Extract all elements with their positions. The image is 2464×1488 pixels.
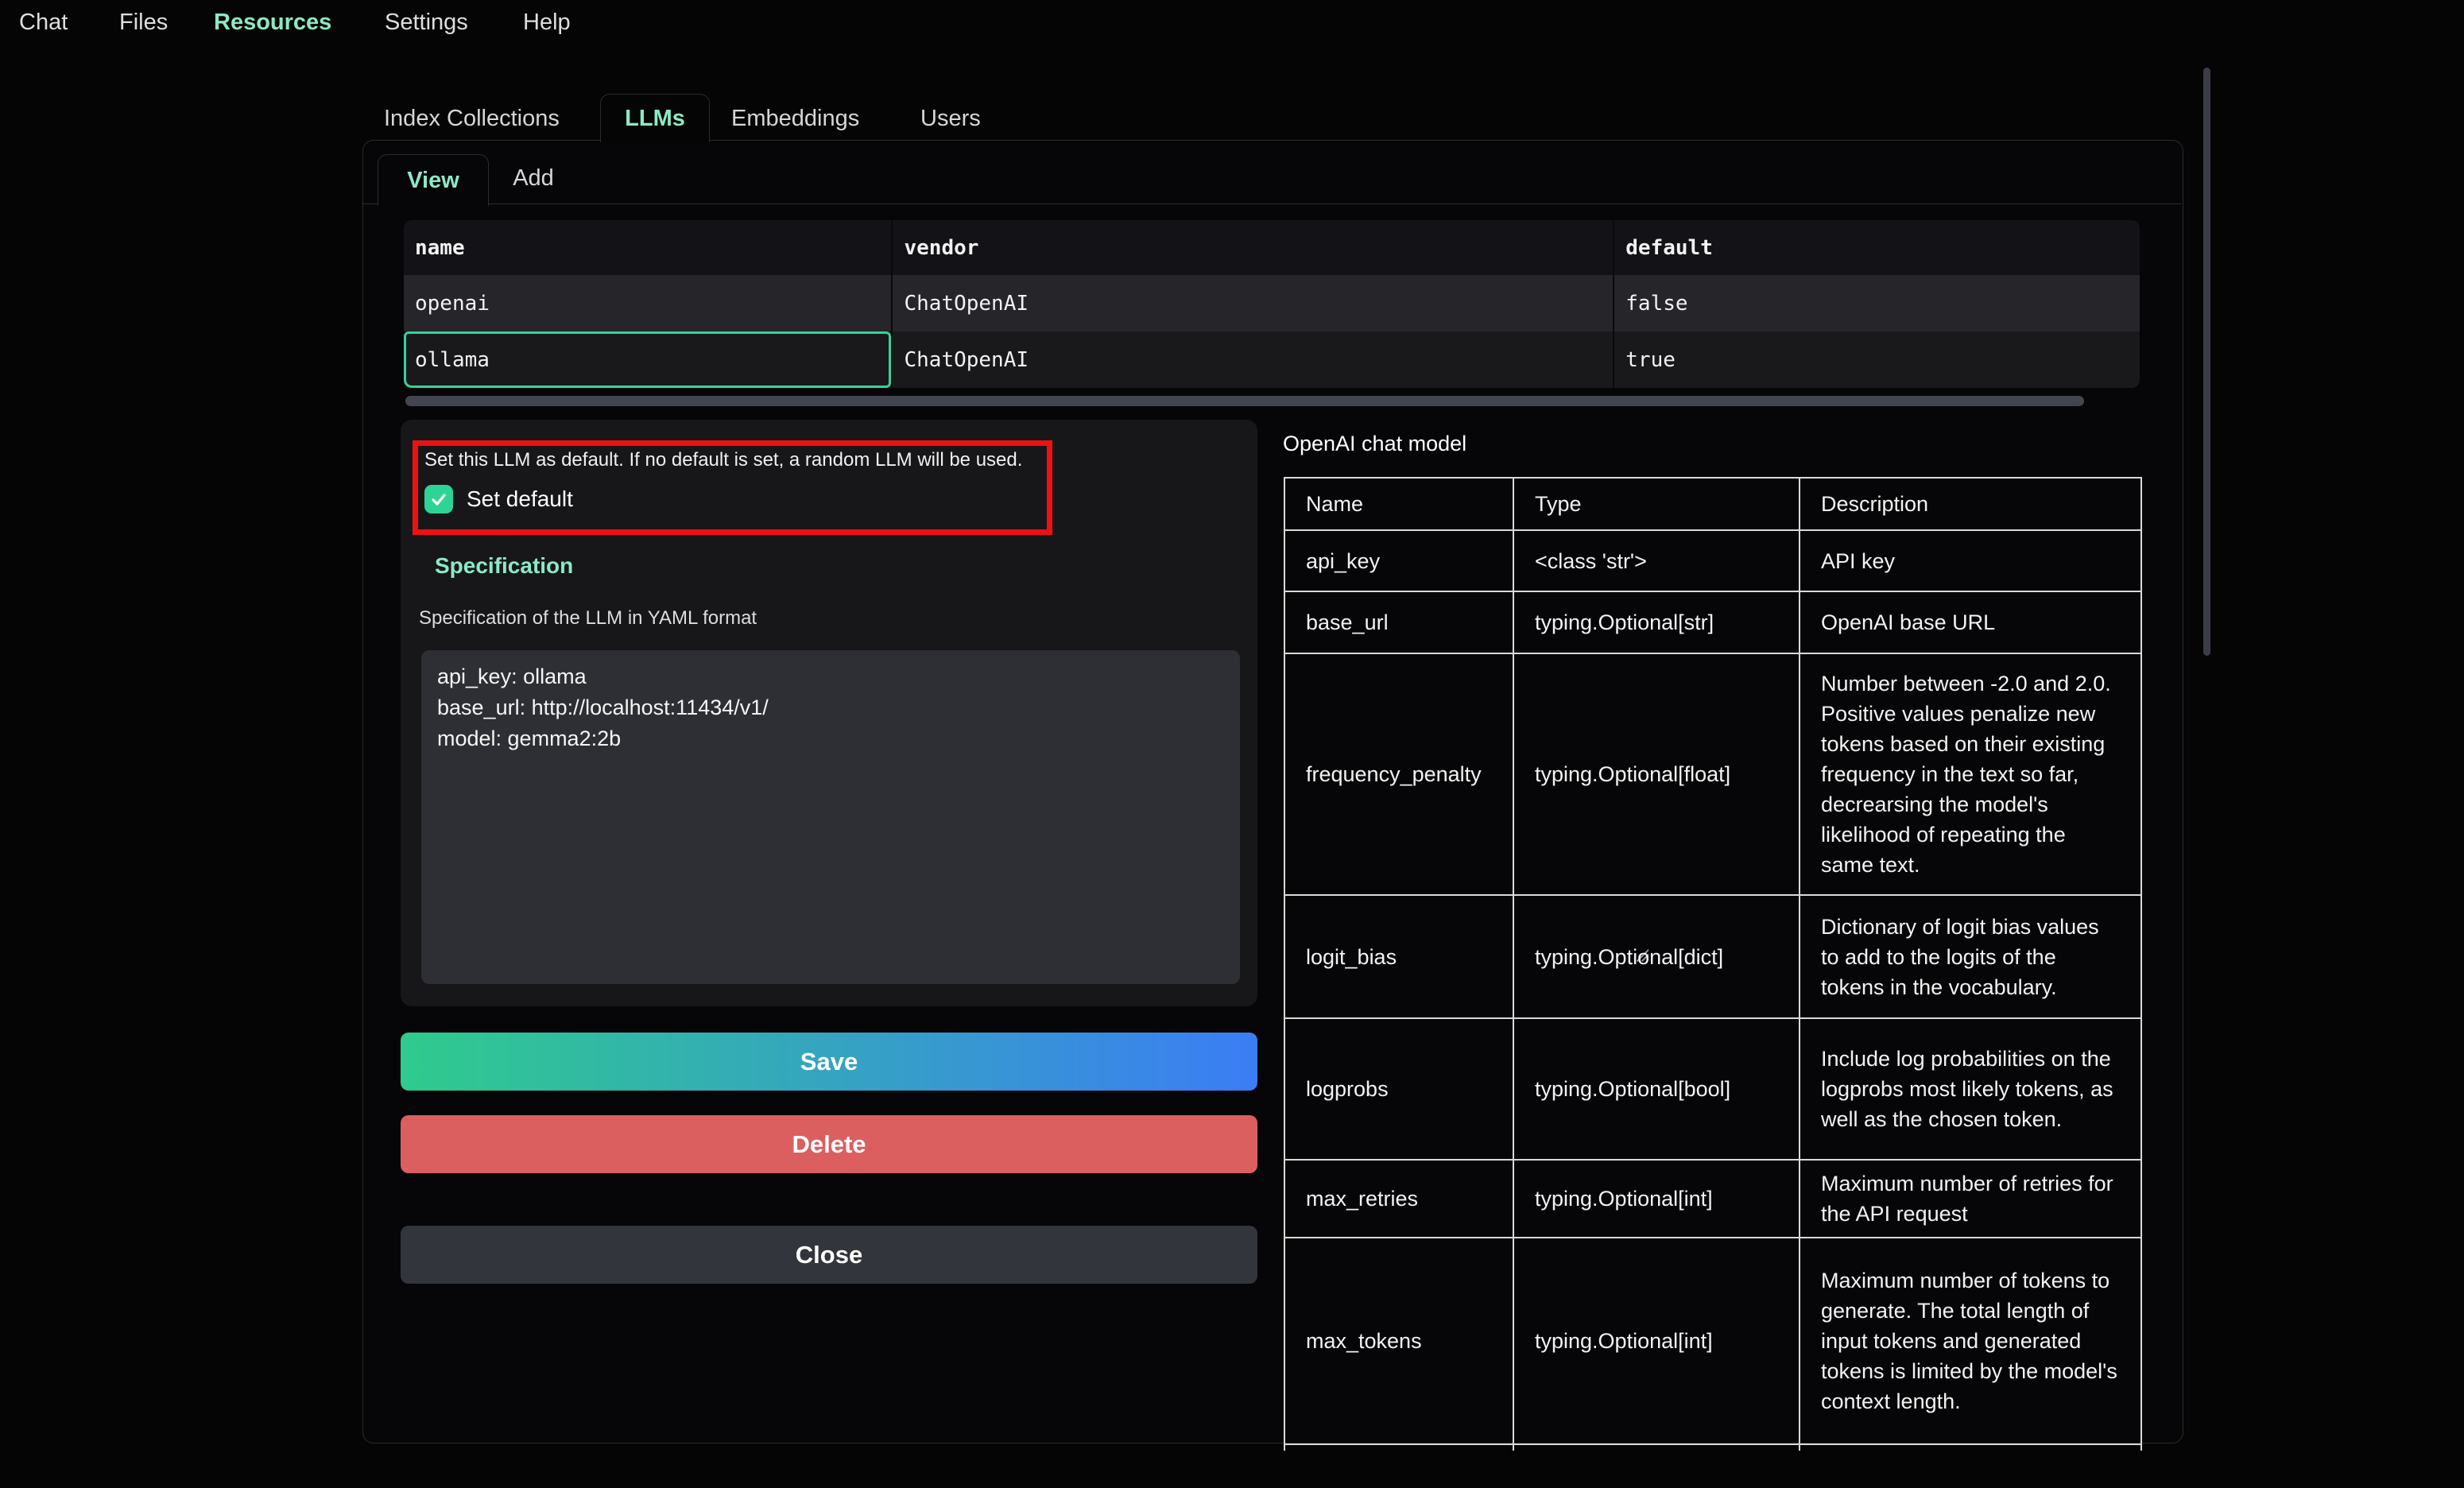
schema-row-api-key: api_key <class 'str'> API key: [1284, 530, 2141, 591]
llm-col-default: default: [1614, 220, 2140, 275]
subtab-separator: [363, 203, 2181, 204]
schema-cell-description: [1800, 1444, 2141, 1451]
schema-row-base-url: base_url typing.Optional[str] OpenAI bas…: [1284, 591, 2141, 653]
schema-cell-type: typing.Optional[str]: [1513, 591, 1800, 653]
tab-llms-label: LLMs: [625, 106, 685, 132]
schema-cell-type: typing.Optional[int]: [1513, 1160, 1800, 1238]
nav-item-help[interactable]: Help: [523, 10, 571, 36]
specification-caption: Specification of the LLM in YAML format: [419, 607, 757, 630]
tab-llms[interactable]: LLMs: [600, 94, 710, 142]
schema-cell-type: typing.Optional[int]: [1513, 1238, 1800, 1444]
schema-header-row: Name Type Description: [1284, 478, 2141, 530]
set-default-note: Set this LLM as default. If no default i…: [424, 449, 1047, 471]
specification-heading: Specification: [435, 553, 573, 579]
set-default-checkbox[interactable]: [424, 485, 453, 513]
llm-col-name: name: [404, 220, 893, 275]
schema-cell-name: api_key: [1284, 530, 1513, 591]
subtab-add[interactable]: Add: [502, 165, 565, 192]
schema-row-partial: [1284, 1444, 2141, 1451]
schema-row-logprobs: logprobs typing.Optional[bool] Include l…: [1284, 1018, 2141, 1160]
schema-cell-description: Maximum number of retries for the API re…: [1800, 1160, 2141, 1238]
schema-cell-type: <class 'str'>: [1513, 530, 1800, 591]
subtab-view-label: View: [407, 168, 459, 194]
schema-cell-description: API key: [1800, 530, 2141, 591]
llm-list-table: name vendor default openai ChatOpenAI fa…: [404, 220, 2140, 388]
set-default-row[interactable]: Set default: [424, 485, 1047, 513]
set-default-label: Set default: [467, 486, 573, 512]
schema-cell-name: logprobs: [1284, 1018, 1513, 1160]
llm-cell-name-selected[interactable]: ollama: [404, 331, 893, 388]
llm-detail-form: Set this LLM as default. If no default i…: [401, 420, 1257, 1006]
nav-item-files[interactable]: Files: [119, 10, 168, 36]
schema-cell-name: base_url: [1284, 591, 1513, 653]
nav-item-chat[interactable]: Chat: [19, 10, 68, 36]
llm-cell-vendor[interactable]: ChatOpenAI: [893, 275, 1614, 331]
schema-col-type: Type: [1513, 478, 1800, 530]
schema-cell-description: Include log probabilities on the logprob…: [1800, 1018, 2141, 1160]
schema-cell-type: typing.Optional[float]: [1513, 653, 1800, 895]
schema-cell-description: Maximum number of tokens to generate. Th…: [1800, 1238, 2141, 1444]
app-window: Chat Files Resources Settings Help Index…: [0, 0, 2464, 1488]
schema-panel-title: OpenAI chat model: [1283, 432, 1466, 456]
nav-item-resources[interactable]: Resources: [214, 10, 331, 36]
schema-col-name: Name: [1284, 478, 1513, 530]
schema-cell-type: typing.Optional[dict]: [1513, 895, 1800, 1018]
schema-cell-description: Number between -2.0 and 2.0. Positive va…: [1800, 653, 2141, 895]
llm-cell-name[interactable]: openai: [404, 275, 893, 331]
tab-users[interactable]: Users: [920, 106, 981, 132]
schema-cell-type: [1513, 1444, 1800, 1451]
schema-row-max-tokens: max_tokens typing.Optional[int] Maximum …: [1284, 1238, 2141, 1444]
schema-cell-type: typing.Optional[bool]: [1513, 1018, 1800, 1160]
schema-cell-name: logit_bias: [1284, 895, 1513, 1018]
check-icon: [430, 490, 447, 508]
llm-row-openai[interactable]: openai ChatOpenAI false: [404, 275, 2140, 331]
nav-item-settings[interactable]: Settings: [385, 10, 468, 36]
schema-row-frequency-penalty: frequency_penalty typing.Optional[float]…: [1284, 653, 2141, 895]
llm-table-header-row: name vendor default: [404, 220, 2140, 275]
schema-cell-description: OpenAI base URL: [1800, 591, 2141, 653]
close-button[interactable]: Close: [401, 1226, 1257, 1284]
llm-cell-vendor[interactable]: ChatOpenAI: [893, 331, 1614, 388]
llm-cell-default[interactable]: false: [1614, 275, 2140, 331]
schema-table: Name Type Description api_key <class 'st…: [1284, 477, 2142, 1451]
vertical-scrollbar-thumb[interactable]: [2203, 68, 2210, 656]
delete-button[interactable]: Delete: [401, 1115, 1257, 1173]
tab-index-collections[interactable]: Index Collections: [384, 106, 560, 132]
schema-cell-name: frequency_penalty: [1284, 653, 1513, 895]
annotation-red-box: Set this LLM as default. If no default i…: [413, 440, 1052, 535]
schema-cell-name: max_tokens: [1284, 1238, 1513, 1444]
tab-embeddings[interactable]: Embeddings: [731, 106, 859, 132]
schema-cell-name: max_retries: [1284, 1160, 1513, 1238]
schema-col-description: Description: [1800, 478, 2141, 530]
schema-table-container: Name Type Description api_key <class 'st…: [1284, 477, 2142, 1451]
llm-cell-default[interactable]: true: [1614, 331, 2140, 388]
schema-cell-description: Dictionary of logit bias values to add t…: [1800, 895, 2141, 1018]
schema-row-max-retries: max_retries typing.Optional[int] Maximum…: [1284, 1160, 2141, 1238]
llm-table-horizontal-scrollbar[interactable]: [405, 396, 2084, 406]
schema-row-logit-bias: logit_bias typing.Optional[dict] Diction…: [1284, 895, 2141, 1018]
save-button[interactable]: Save: [401, 1033, 1257, 1091]
llm-col-vendor: vendor: [893, 220, 1614, 275]
schema-cell-name: [1284, 1444, 1513, 1451]
specification-yaml-textarea[interactable]: api_key: ollama base_url: http://localho…: [421, 650, 1240, 984]
subtab-view[interactable]: View: [378, 154, 489, 206]
llm-row-ollama[interactable]: ollama ChatOpenAI true: [404, 331, 2140, 388]
